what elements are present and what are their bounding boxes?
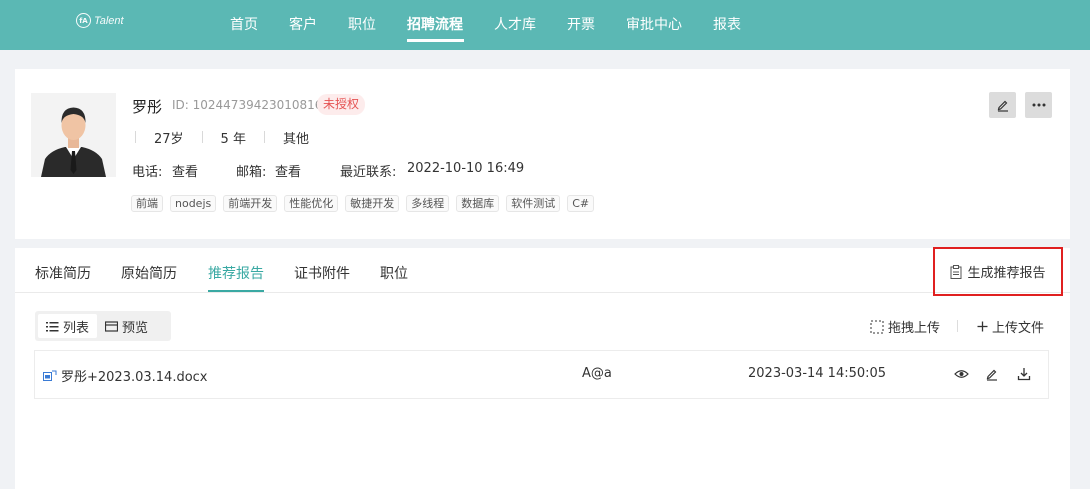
- nav-item-home[interactable]: 首页: [230, 14, 258, 34]
- table-row[interactable]: 罗彤+2023.03.14.docx A@a 2023-03-14 14:50:…: [34, 350, 1049, 399]
- documents-panel: 标准简历 原始简历 推荐报告 证书附件 职位 生成推荐报告 列表 预览 拖拽上传…: [15, 247, 1070, 489]
- last-contact-value: 2022-10-10 16:49: [407, 161, 525, 176]
- edit-profile-button[interactable]: [989, 92, 1016, 118]
- view-file-button[interactable]: [953, 366, 969, 382]
- skill-tag: nodejs: [170, 195, 217, 212]
- skill-tags: 前端 nodejs 前端开发 性能优化 敏捷开发 多线程 数据库 软件测试 C#: [131, 195, 595, 212]
- nav-item-customers[interactable]: 客户: [289, 14, 317, 34]
- skill-tag: 性能优化: [284, 195, 339, 212]
- file-owner: A@a: [582, 366, 612, 381]
- nav-item-invoicing[interactable]: 开票: [567, 14, 595, 34]
- skill-tag: 软件测试: [506, 195, 561, 212]
- logo-mark-icon: fA: [76, 13, 91, 28]
- more-dots-icon: [1032, 103, 1045, 107]
- candidate-age: 27岁: [154, 131, 184, 147]
- nav-active-indicator: [407, 39, 464, 42]
- skill-tag: C#: [567, 195, 595, 212]
- upload-file-label: 上传文件: [992, 321, 1045, 336]
- more-actions-button[interactable]: [1025, 92, 1052, 118]
- plus-icon: [977, 321, 988, 332]
- email-label: 邮箱:: [236, 165, 267, 180]
- app-logo[interactable]: fA Talent: [76, 13, 124, 28]
- preview-view-button[interactable]: 预览: [97, 314, 156, 338]
- last-contact-label: 最近联系:: [340, 165, 397, 180]
- status-badge: 未授权: [317, 94, 366, 115]
- file-name: 罗彤+2023.03.14.docx: [61, 370, 208, 385]
- phone-view-link[interactable]: 查看: [172, 161, 198, 180]
- skill-tag: 前端开发: [223, 195, 278, 212]
- divider: [263, 131, 265, 143]
- nav-item-reports[interactable]: 报表: [713, 14, 741, 34]
- edit-file-button[interactable]: [984, 366, 1000, 382]
- word-document-icon: [43, 370, 57, 381]
- drag-upload-button[interactable]: 拖拽上传: [870, 317, 940, 336]
- generate-report-button[interactable]: 生成推荐报告: [933, 247, 1063, 296]
- phone-label: 电话:: [132, 165, 163, 180]
- upload-file-button[interactable]: 上传文件: [977, 317, 1044, 336]
- download-icon: [1017, 368, 1031, 381]
- logo-text: Talent: [94, 14, 124, 27]
- file-name-cell[interactable]: 罗彤+2023.03.14.docx: [43, 366, 208, 385]
- file-upload-time: 2023-03-14 14:50:05: [748, 366, 887, 381]
- candidate-education: 其他: [282, 131, 309, 147]
- list-icon: [46, 321, 59, 331]
- candidate-profile-card: 罗彤 ID: 102447394230108160 未授权 27岁 5 年 其他…: [15, 69, 1070, 239]
- list-view-label: 列表: [63, 320, 90, 336]
- drag-upload-label: 拖拽上传: [888, 321, 941, 336]
- pencil-icon: [986, 369, 997, 381]
- nav-item-recruitment-flow[interactable]: 招聘流程: [407, 14, 463, 34]
- candidate-name: 罗彤: [132, 98, 163, 116]
- tab-standard-resume[interactable]: 标准简历: [35, 263, 91, 283]
- skill-tag: 多线程: [406, 195, 450, 212]
- nav-item-approval-center[interactable]: 审批中心: [626, 14, 682, 34]
- eye-icon: [953, 370, 969, 378]
- clipboard-icon: [950, 264, 962, 279]
- divider: [135, 131, 136, 143]
- drag-area-icon: [870, 320, 884, 333]
- download-file-button[interactable]: [1016, 366, 1032, 382]
- nav-item-positions[interactable]: 职位: [348, 14, 376, 34]
- candidate-id: ID: 102447394230108160: [172, 98, 331, 112]
- view-mode-toggle: 列表 预览: [35, 311, 171, 341]
- tab-recommendation-report[interactable]: 推荐报告: [208, 263, 264, 283]
- preview-icon: [105, 320, 119, 332]
- skill-tag: 敏捷开发: [345, 195, 400, 212]
- tab-certificates[interactable]: 证书附件: [294, 263, 350, 283]
- preview-view-label: 预览: [122, 320, 149, 336]
- top-nav-bar: fA Talent 首页 客户 职位 招聘流程 人才库 开票 审批中心 报表: [0, 0, 1090, 50]
- list-view-button[interactable]: 列表: [38, 314, 98, 338]
- divider: [201, 131, 203, 143]
- divider: [957, 320, 958, 332]
- tab-original-resume[interactable]: 原始简历: [121, 263, 177, 283]
- nav-item-talent-pool[interactable]: 人才库: [494, 14, 536, 34]
- email-view-link[interactable]: 查看: [275, 161, 301, 180]
- divider: [15, 292, 1070, 293]
- candidate-experience: 5 年: [220, 131, 246, 147]
- avatar: [31, 93, 116, 177]
- generate-report-label: 生成推荐报告: [967, 266, 1046, 281]
- candidate-meta-row: 27岁 5 年 其他: [135, 128, 309, 147]
- pencil-icon: [997, 100, 1008, 112]
- skill-tag: 数据库: [456, 195, 500, 212]
- tab-positions[interactable]: 职位: [380, 263, 408, 283]
- skill-tag: 前端: [131, 195, 163, 212]
